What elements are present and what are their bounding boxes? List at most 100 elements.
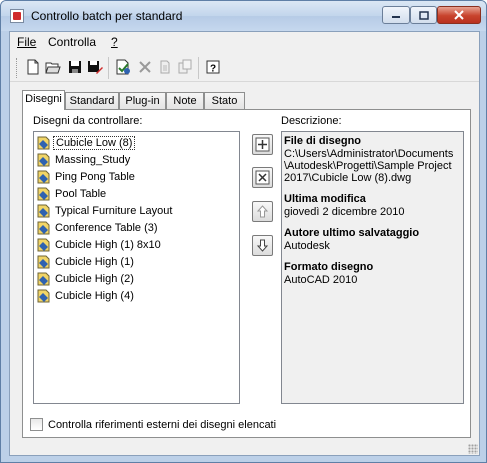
help-button[interactable]: ?: [204, 58, 222, 76]
save-as-icon: [88, 61, 103, 74]
menu-help[interactable]: ?: [111, 35, 118, 49]
dwg-file-icon: [37, 255, 50, 268]
description-section: File di disegno C:\Users\Administrator\Do…: [284, 135, 461, 184]
open-button[interactable]: [44, 58, 62, 76]
move-up-button[interactable]: [252, 201, 273, 222]
dwg-file-icon: [37, 289, 50, 302]
paste-button[interactable]: [176, 58, 194, 76]
list-item[interactable]: Typical Furniture Layout: [37, 202, 174, 219]
app-icon: [10, 9, 24, 23]
description-value: \Autodesk\Progetti\Sample Project: [284, 160, 452, 172]
description-section: Formato disegno AutoCAD 2010: [284, 261, 461, 286]
tab-stato[interactable]: Stato: [204, 92, 245, 109]
xref-checkbox[interactable]: [30, 418, 43, 431]
list-item[interactable]: Ping Pong Table: [37, 168, 137, 185]
dwg-file-icon: [37, 170, 50, 183]
description-label: Descrizione:: [281, 115, 342, 127]
save-button[interactable]: [66, 58, 84, 76]
list-item[interactable]: Pool Table: [37, 185, 108, 202]
new-button[interactable]: [24, 58, 42, 76]
tab-standard[interactable]: Standard: [65, 92, 119, 109]
remove-drawing-button[interactable]: [252, 167, 273, 188]
svg-text:?: ?: [210, 64, 216, 75]
description-value: Autodesk: [284, 240, 330, 252]
tab-disegni[interactable]: Disegni: [22, 90, 65, 110]
delete-button[interactable]: [136, 58, 154, 76]
dwg-file-icon: [37, 187, 50, 200]
description-section: Ultima modifica giovedì 2 dicembre 2010: [284, 193, 461, 218]
xref-checkbox-label: Controlla riferimenti esterni dei disegn…: [48, 418, 277, 431]
list-item-label: Cubicle Low (8): [53, 135, 136, 150]
list-item[interactable]: Massing_Study: [37, 151, 132, 168]
toolbar: ?: [10, 52, 479, 82]
list-item-label: Ping Pong Table: [55, 170, 135, 183]
list-item[interactable]: Cubicle High (4): [37, 287, 136, 304]
description-heading: Ultima modifica: [284, 193, 366, 205]
new-icon: [27, 59, 39, 75]
window-title: Controllo batch per standard: [31, 9, 183, 23]
list-item-label: Typical Furniture Layout: [55, 204, 173, 217]
toolbar-separator: [198, 57, 199, 79]
list-item-label: Pool Table: [55, 187, 107, 200]
description-value: C:\Users\Administrator\Documents: [284, 148, 454, 160]
dwg-file-icon: [37, 153, 50, 166]
resize-grip[interactable]: [468, 444, 478, 454]
minimize-icon: [392, 16, 400, 18]
list-item-label: Cubicle High (4): [55, 289, 134, 302]
copy-button[interactable]: [156, 58, 174, 76]
list-item-label: Cubicle High (2): [55, 272, 134, 285]
check-icon: [116, 59, 130, 75]
toolbar-separator: [108, 57, 109, 79]
copy-icon: [160, 60, 170, 74]
paste-icon: [178, 59, 192, 74]
list-item[interactable]: Cubicle High (2): [37, 270, 136, 287]
description-value: giovedì 2 dicembre 2010: [284, 206, 405, 218]
menu-file[interactable]: File: [17, 35, 36, 49]
description-heading: Formato disegno: [284, 261, 374, 273]
arrow-down-icon: [256, 239, 269, 252]
maximize-icon: [418, 10, 429, 20]
menu-check[interactable]: Controlla: [48, 35, 96, 49]
list-item-label: Conference Table (3): [55, 221, 158, 234]
list-item-label: Massing_Study: [55, 153, 131, 166]
description-heading: Autore ultimo salvataggio: [284, 227, 420, 239]
check-button[interactable]: [114, 58, 132, 76]
help-icon: ?: [206, 60, 220, 75]
drawings-label: Disegni da controllare:: [33, 115, 143, 127]
tab-panel-disegni: Disegni da controllare: Cubicle Low (8) M…: [22, 109, 471, 438]
toolbar-grip[interactable]: [16, 58, 19, 78]
close-icon: [454, 10, 464, 20]
maximize-button[interactable]: [410, 6, 437, 24]
tab-note[interactable]: Note: [166, 92, 204, 109]
dwg-file-icon: [37, 221, 50, 234]
tab-plugin[interactable]: Plug-in: [119, 92, 166, 109]
list-item[interactable]: Cubicle Low (8): [37, 134, 136, 151]
list-item[interactable]: Cubicle High (1): [37, 253, 136, 270]
minimize-button[interactable]: [382, 6, 410, 24]
description-section: Autore ultimo salvataggio Autodesk: [284, 227, 461, 252]
move-down-button[interactable]: [252, 235, 273, 256]
xref-checkbox-row[interactable]: Controlla riferimenti esterni dei disegn…: [30, 418, 276, 431]
remove-icon: [255, 170, 270, 185]
list-item-label: Cubicle High (1) 8x10: [55, 238, 161, 251]
dwg-file-icon: [37, 204, 50, 217]
drawings-list[interactable]: Cubicle Low (8) Massing_Study Ping Pong Ta…: [33, 131, 240, 404]
add-drawing-button[interactable]: [252, 134, 273, 155]
list-item[interactable]: Cubicle High (1) 8x10: [37, 236, 163, 253]
delete-icon: [139, 61, 151, 73]
close-button[interactable]: [437, 6, 481, 24]
add-icon: [255, 137, 270, 152]
client-area: File Controlla ? ? Disegni Standard Plug…: [9, 31, 480, 456]
list-item[interactable]: Conference Table (3): [37, 219, 160, 236]
open-icon: [45, 62, 61, 74]
arrow-up-icon: [256, 205, 269, 218]
window: Controllo batch per standard File Contro…: [0, 0, 487, 463]
title-bar[interactable]: Controllo batch per standard: [1, 1, 486, 31]
description-value: AutoCAD 2010: [284, 274, 358, 286]
save-as-button[interactable]: [86, 58, 104, 76]
description-value: 2017\Cubicle Low (8).dwg: [284, 172, 412, 184]
list-item-label: Cubicle High (1): [55, 255, 134, 268]
description-heading: File di disegno: [284, 135, 362, 147]
dwg-file-icon: [37, 238, 50, 251]
menu-bar: File Controlla ?: [10, 32, 479, 50]
